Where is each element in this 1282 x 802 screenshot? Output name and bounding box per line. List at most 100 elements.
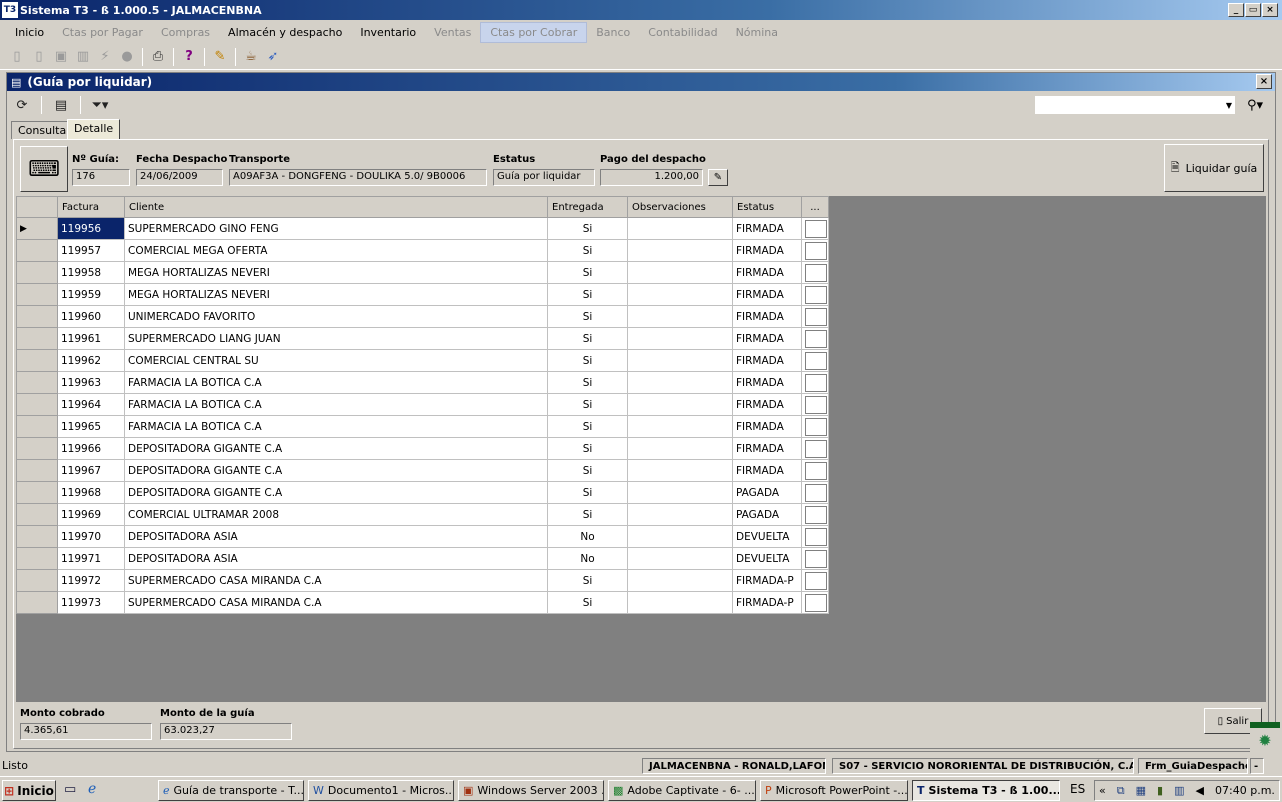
rocket-icon[interactable]: ➶ (264, 48, 282, 66)
cell-cliente[interactable]: SUPERMERCADO CASA MIRANDA C.A (124, 569, 548, 592)
column-header-observaciones[interactable]: Observaciones (627, 196, 733, 218)
cell-entregada[interactable]: Si (547, 283, 628, 306)
cell-estatus[interactable]: FIRMADA (732, 393, 802, 416)
cell-factura[interactable]: 119969 (57, 503, 125, 526)
cell-factura[interactable]: 119970 (57, 525, 125, 548)
cell-observaciones[interactable] (627, 591, 733, 614)
row-selector[interactable]: ▶ (16, 217, 58, 240)
cell-cliente[interactable]: FARMACIA LA BOTICA C.A (124, 415, 548, 438)
cell-observaciones[interactable] (627, 503, 733, 526)
search-input[interactable] (1035, 96, 1235, 114)
cell-observaciones[interactable] (627, 437, 733, 460)
menu-contabilidad[interactable]: Contabilidad (639, 23, 726, 42)
row-selector[interactable] (16, 525, 58, 548)
gear-icon[interactable]: ✹ (1250, 722, 1280, 752)
row-edit-button[interactable] (805, 505, 827, 524)
cell-cliente[interactable]: DEPOSITADORA GIGANTE C.A (124, 437, 548, 460)
cell-more[interactable] (801, 569, 829, 592)
table-row[interactable]: 119961 SUPERMERCADO LIANG JUAN Si FIRMADA (16, 327, 829, 350)
cell-more[interactable] (801, 437, 829, 460)
cell-factura[interactable]: 119962 (57, 349, 125, 372)
cell-observaciones[interactable] (627, 327, 733, 350)
menu-inventario[interactable]: Inventario (351, 23, 425, 42)
cell-more[interactable] (801, 459, 829, 482)
cell-entregada[interactable]: Si (547, 239, 628, 262)
network-icon[interactable]: ⧉ (1117, 784, 1125, 798)
row-selector[interactable] (16, 547, 58, 570)
menu-almacen-despacho[interactable]: Almacén y despacho (219, 23, 351, 42)
cell-cliente[interactable]: FARMACIA LA BOTICA C.A (124, 393, 548, 416)
row-selector[interactable] (16, 591, 58, 614)
cell-estatus[interactable]: FIRMADA-P (732, 569, 802, 592)
cell-factura[interactable]: 119968 (57, 481, 125, 504)
task-powerpoint[interactable]: P Microsoft PowerPoint -... (760, 780, 908, 801)
row-selector[interactable] (16, 459, 58, 482)
transporte-field[interactable]: A09AF3A - DONGFENG - DOULIKA 5.0/ 9B0006 (229, 169, 487, 186)
cell-more[interactable] (801, 217, 829, 240)
row-edit-button[interactable] (805, 285, 827, 304)
cell-factura[interactable]: 119959 (57, 283, 125, 306)
row-selector[interactable] (16, 327, 58, 350)
row-selector[interactable] (16, 371, 58, 394)
cell-entregada[interactable]: Si (547, 393, 628, 416)
cell-more[interactable] (801, 239, 829, 262)
column-header-estatus[interactable]: Estatus (732, 196, 802, 218)
cell-factura[interactable]: 119957 (57, 239, 125, 262)
search-dropdown-icon[interactable]: ▼ (1223, 96, 1235, 114)
task-adobe-captivate[interactable]: ▩ Adobe Captivate - 6- ... (608, 780, 756, 801)
broom-icon[interactable]: ✎ (211, 48, 229, 66)
cell-observaciones[interactable] (627, 525, 733, 548)
row-edit-button[interactable] (805, 395, 827, 414)
table-row[interactable]: 119973 SUPERMERCADO CASA MIRANDA C.A Si FIR… (16, 591, 829, 614)
task-documento1[interactable]: W Documento1 - Micros... (308, 780, 454, 801)
cell-estatus[interactable]: FIRMADA (732, 283, 802, 306)
cell-estatus[interactable]: FIRMADA (732, 327, 802, 350)
row-selector[interactable] (16, 393, 58, 416)
security-icon[interactable]: ▮ (1157, 784, 1163, 797)
table-row[interactable]: 119964 FARMACIA LA BOTICA C.A Si FIRMADA (16, 393, 829, 416)
tab-consulta[interactable]: Consulta (11, 121, 74, 139)
table-row[interactable]: 119967 DEPOSITADORA GIGANTE C.A Si FIRMADA (16, 459, 829, 482)
row-edit-button[interactable] (805, 461, 827, 480)
cell-observaciones[interactable] (627, 415, 733, 438)
cell-cliente[interactable]: SUPERMERCADO LIANG JUAN (124, 327, 548, 350)
row-selector[interactable] (16, 349, 58, 372)
display-icon[interactable]: ▥ (1174, 784, 1184, 797)
edit-pago-button[interactable]: ✎ (708, 169, 728, 186)
table-row[interactable]: 119963 FARMACIA LA BOTICA C.A Si FIRMADA (16, 371, 829, 394)
show-desktop-icon[interactable]: ▭ (64, 782, 76, 797)
maximize-button[interactable]: ▭ (1245, 3, 1261, 17)
table-row[interactable]: 119966 DEPOSITADORA GIGANTE C.A Si FIRMADA (16, 437, 829, 460)
cell-entregada[interactable]: Si (547, 217, 628, 240)
menu-ctas-por-pagar[interactable]: Ctas por Pagar (53, 23, 152, 42)
minimize-button[interactable]: _ (1228, 3, 1244, 17)
cell-observaciones[interactable] (627, 305, 733, 328)
cell-estatus[interactable]: FIRMADA (732, 437, 802, 460)
menu-ctas-por-cobrar[interactable]: Ctas por Cobrar (480, 21, 588, 43)
cell-factura[interactable]: 119967 (57, 459, 125, 482)
table-row[interactable]: 119969 COMERCIAL ULTRAMAR 2008 Si PAGADA (16, 503, 829, 526)
cell-estatus[interactable]: PAGADA (732, 481, 802, 504)
keyboard-icon[interactable]: ⌨ (20, 146, 68, 192)
cell-factura[interactable]: 119960 (57, 305, 125, 328)
search-icon[interactable]: ⚲▾ (1240, 95, 1270, 115)
menu-ventas[interactable]: Ventas (425, 23, 480, 42)
task-sistema-t3[interactable]: T Sistema T3 - ß 1.00... (912, 780, 1060, 801)
cell-more[interactable] (801, 327, 829, 350)
cell-estatus[interactable]: FIRMADA-P (732, 591, 802, 614)
column-header-factura[interactable]: Factura (57, 196, 125, 218)
task-guia-transporte[interactable]: ℯ Guía de transporte - T... (158, 780, 304, 801)
cell-estatus[interactable]: FIRMADA (732, 305, 802, 328)
cell-more[interactable] (801, 283, 829, 306)
cell-observaciones[interactable] (627, 371, 733, 394)
cell-more[interactable] (801, 415, 829, 438)
table-row[interactable]: 119962 COMERCIAL CENTRAL SU Si FIRMADA (16, 349, 829, 372)
monto-cobrado-field[interactable]: 4.365,61 (20, 723, 152, 740)
cell-factura[interactable]: 119966 (57, 437, 125, 460)
save-icon[interactable]: ▣ (52, 48, 70, 66)
cell-observaciones[interactable] (627, 261, 733, 284)
row-selector[interactable] (16, 305, 58, 328)
cell-entregada[interactable]: No (547, 547, 628, 570)
table-row[interactable]: 119958 MEGA HORTALIZAS NEVERI Si FIRMADA (16, 261, 829, 284)
liquidar-guia-button[interactable]: 🗎 Liquidar guía (1164, 144, 1264, 192)
